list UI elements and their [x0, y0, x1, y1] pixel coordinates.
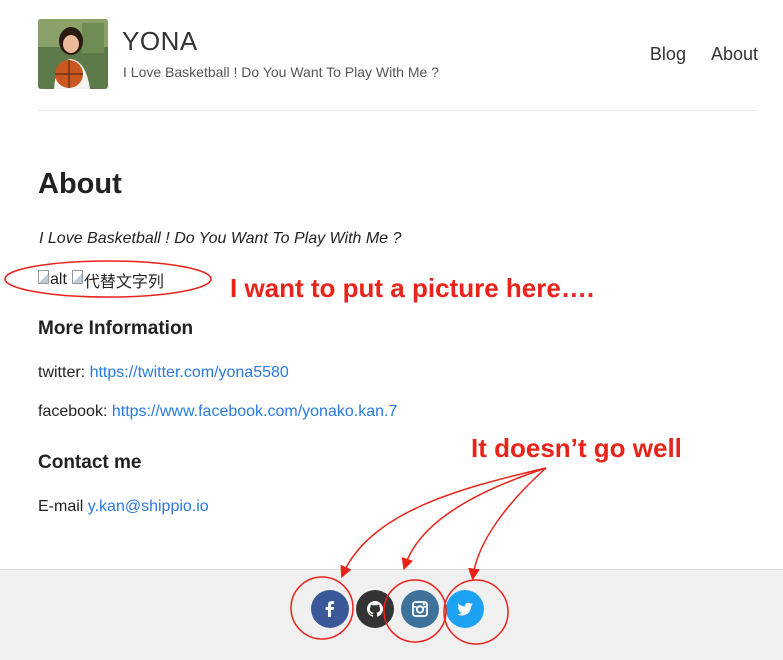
annotation-picture-note: I want to put a picture here….: [230, 273, 595, 303]
avatar[interactable]: [38, 19, 108, 89]
contact-heading: Contact me: [38, 452, 142, 473]
broken-image-alt: alt: [50, 271, 67, 288]
broken-image-icon: [38, 270, 49, 284]
nav-link-blog[interactable]: Blog: [650, 44, 686, 65]
github-icon[interactable]: [356, 590, 394, 628]
annotation-icons-note: It doesn’t go well: [471, 433, 682, 463]
broken-images: alt 代替文字列: [38, 268, 164, 292]
broken-image-icon: [71, 270, 83, 284]
site-footer: [0, 569, 783, 660]
broken-image: 代替文字列: [71, 268, 164, 292]
email-line: E-mail y.kan@shippio.io: [38, 498, 209, 516]
instagram-icon[interactable]: [401, 590, 439, 628]
twitter-label: twitter:: [38, 364, 86, 381]
nav-link-about[interactable]: About: [711, 44, 758, 65]
facebook-label: facebook:: [38, 403, 108, 420]
email-label: E-mail: [38, 498, 84, 515]
site-description: I Love Basketball ! Do You Want To Play …: [123, 64, 439, 80]
site-header: YONA I Love Basketball ! Do You Want To …: [38, 18, 758, 111]
twitter-link[interactable]: https://twitter.com/yona5580: [90, 364, 289, 381]
broken-image: alt: [38, 268, 67, 292]
facebook-line: facebook: https://www.facebook.com/yonak…: [38, 403, 397, 421]
facebook-link[interactable]: https://www.facebook.com/yonako.kan.7: [112, 403, 397, 420]
facebook-icon[interactable]: [311, 590, 349, 628]
more-info-heading: More Information: [38, 318, 194, 339]
broken-image-alt: 代替文字列: [83, 274, 164, 291]
main-nav: Blog About: [650, 44, 758, 65]
page-subtitle: I Love Basketball ! Do You Want To Play …: [39, 230, 402, 247]
email-link[interactable]: y.kan@shippio.io: [88, 498, 209, 515]
site-title[interactable]: YONA: [122, 26, 198, 57]
twitter-line: twitter: https://twitter.com/yona5580: [38, 364, 289, 382]
page-title: About: [38, 168, 122, 200]
twitter-icon[interactable]: [446, 590, 484, 628]
